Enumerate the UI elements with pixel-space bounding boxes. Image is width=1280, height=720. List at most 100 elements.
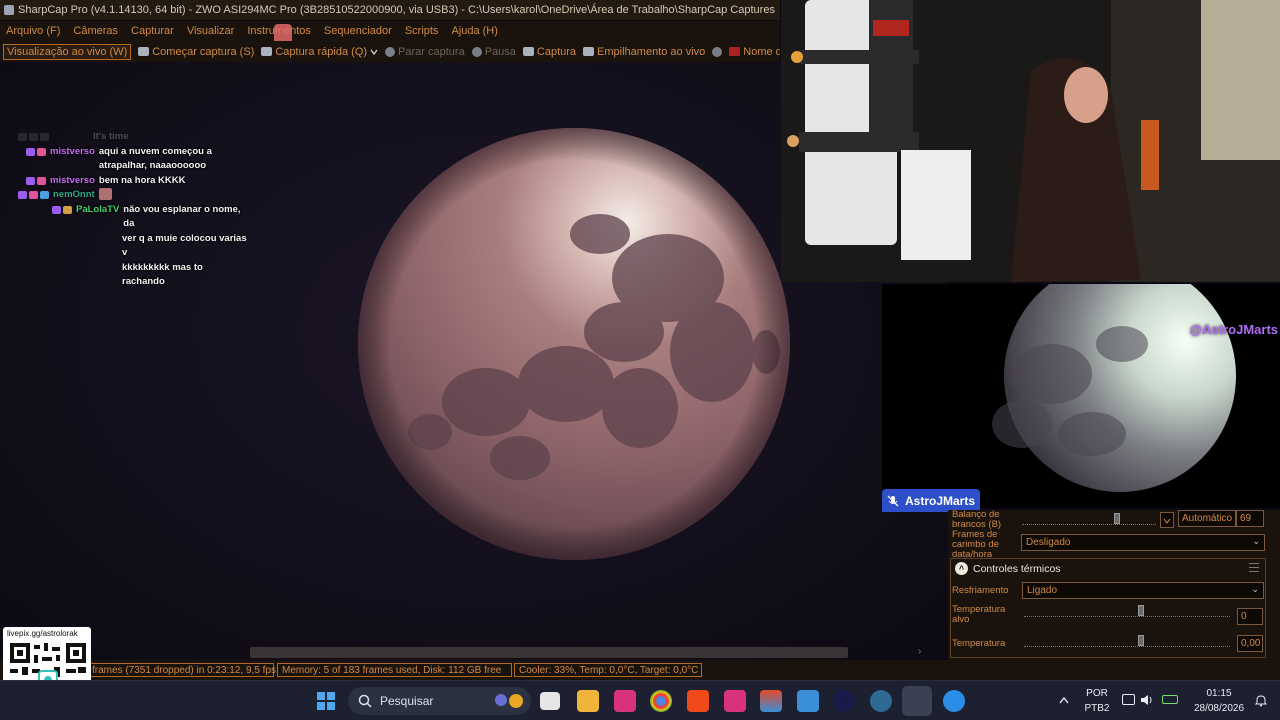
cooling-select[interactable]: Ligado ⌄ (1022, 582, 1264, 599)
cooling-value: Ligado (1027, 585, 1058, 596)
screen: SharpCap Pro (v4.1.14130, 64 bit) - ZWO … (0, 0, 1280, 720)
app-icon[interactable] (943, 690, 965, 712)
stream-chat-overlay: It's time mistverso aqui a nuvem começou… (18, 130, 248, 290)
chevron-up-icon[interactable] (1058, 695, 1070, 705)
menu-view[interactable]: Visualizar (187, 25, 235, 37)
live-stack-label: Empilhamento ao vivo (597, 45, 706, 58)
widget-icon (495, 694, 507, 706)
menu-scripts[interactable]: Scripts (405, 25, 439, 37)
menu-cameras[interactable]: Câmeras (73, 25, 118, 37)
target-temperature-slider[interactable] (1024, 605, 1230, 617)
quick-capture-button[interactable]: Captura rápida (Q) (261, 46, 378, 58)
file-explorer-icon[interactable] (577, 690, 599, 712)
chevron-down-icon (1163, 518, 1171, 524)
sub-badge-icon (18, 191, 27, 199)
live-stack-button[interactable]: Empilhamento ao vivo (583, 46, 705, 58)
snapshot-label: Captura (536, 45, 577, 58)
search-placeholder: Pesquisar (380, 694, 434, 708)
chat-text: ver q a muie colocou varias v (122, 232, 247, 259)
app-icon[interactable] (870, 690, 892, 712)
heart-badge-icon (37, 176, 46, 185)
target-temperature-input[interactable]: 0 (1237, 608, 1263, 625)
clock[interactable]: 01:15 28/08/2026 (1186, 686, 1252, 716)
chat-text: bem na hora KKKK (98, 174, 186, 186)
sharpcap-app-icon (4, 5, 14, 15)
app-icon[interactable] (724, 690, 746, 712)
muted-mic-icon (887, 495, 899, 506)
sub-badge-icon (52, 205, 61, 214)
timestamp-frames-label: Frames de carimbo de data/hora (952, 529, 999, 560)
stop-capture-label: Parar captura (398, 45, 465, 58)
channel-watermark: @AstroJMarts (1189, 322, 1278, 337)
mic-badge-icon (63, 205, 72, 214)
collapse-icon[interactable]: ^ (955, 562, 968, 575)
menu-sequencer[interactable]: Sequenciador (324, 25, 392, 37)
white-balance-slider[interactable] (1022, 513, 1156, 525)
taskbar-search-box[interactable]: Pesquisar (348, 687, 531, 715)
chevron-down-icon[interactable] (370, 48, 378, 56)
live-view-button[interactable]: Visualização ao vivo (W) (3, 43, 132, 60)
sub-badge-icon (26, 176, 35, 185)
timestamp-frames-value: Desligado (1026, 537, 1071, 548)
badge-icon (29, 133, 38, 141)
snapshot-button[interactable]: Captura (522, 45, 577, 58)
chat-message-continuation: ver q a muie colocou varias v (18, 232, 248, 261)
horizontal-scrollbar[interactable] (250, 647, 848, 658)
stellarium-icon[interactable] (833, 690, 855, 712)
windows-start-icon[interactable] (315, 690, 337, 712)
network-icon[interactable] (1122, 694, 1135, 705)
task-view-icon[interactable] (540, 692, 560, 710)
notification-bell-icon[interactable] (1254, 694, 1268, 707)
battery-icon[interactable] (1162, 695, 1178, 704)
settings-button[interactable] (712, 46, 723, 57)
cooler-status: Cooler: 33%, Temp: 0,0°C, Target: 0,0°C (514, 663, 702, 677)
stop-icon (385, 46, 396, 57)
scroll-right-icon[interactable]: › (918, 646, 921, 657)
pause-button[interactable]: Pausa (471, 45, 516, 58)
video-camera-icon (138, 47, 150, 56)
hamburger-menu-icon[interactable] (1249, 563, 1259, 572)
menu-file[interactable]: Arquivo (F) (6, 25, 60, 37)
photos-icon[interactable] (797, 690, 819, 712)
chevron-down-icon: ⌄ (1252, 536, 1260, 546)
timestamp-frames-select[interactable]: Desligado ⌄ (1021, 534, 1265, 551)
chat-message: PaLolaTV não vou esplanar o nome, da (18, 203, 248, 232)
emote-icon (98, 188, 112, 200)
thermal-controls-title: Controles térmicos (973, 562, 1061, 575)
sharpcap-taskbar-icon[interactable] (902, 686, 932, 716)
speaker-icon[interactable] (1140, 694, 1154, 706)
white-balance-spinner[interactable] (1160, 512, 1174, 528)
start-capture-button[interactable]: Começar captura (S) (138, 46, 254, 58)
chat-text: aqui a nuvem começou a atrapalhar, naaao… (98, 145, 212, 172)
memory-status: Memory: 5 of 183 frames used, Disk: 112 … (277, 663, 512, 677)
pause-icon (471, 46, 482, 57)
chat-text: kkkkkkkkk mas to rachando (122, 261, 203, 288)
temperature-label: Temperatura (952, 638, 1006, 649)
white-balance-value[interactable]: 69 (1236, 510, 1264, 527)
chat-message-continuation: kkkkkkkkk mas to rachando (18, 261, 248, 290)
target-name-button[interactable]: Nome de destino (729, 46, 780, 58)
menu-capture[interactable]: Capturar (131, 25, 174, 37)
target-name-label: Nome de destino (743, 45, 780, 58)
keyboard-layout: PTB2 (1084, 703, 1110, 714)
pause-label: Pausa (484, 45, 516, 58)
language-indicator[interactable]: POR PTB2 (1084, 686, 1110, 716)
thermal-controls-header[interactable]: ^ Controles térmicos (955, 562, 1061, 575)
webcam-feed (781, 0, 1280, 282)
temperature-readout: 0,00 (1237, 635, 1263, 652)
target-icon (729, 47, 741, 56)
stop-capture-button[interactable]: Parar captura (385, 46, 465, 58)
capture-toolbar: Visualização ao vivo (W) Começar captura… (0, 41, 780, 62)
white-balance-auto-toggle[interactable]: Automático (1178, 510, 1237, 527)
title-bar: SharpCap Pro (v4.1.14130, 64 bit) - ZWO … (0, 0, 780, 20)
chrome-icon[interactable] (650, 690, 672, 712)
thermal-controls-section: ^ Controles térmicos Resfriamento Ligado… (950, 558, 1266, 658)
brave-icon[interactable] (687, 690, 709, 712)
app-icon[interactable] (614, 690, 636, 712)
menu-help[interactable]: Ajuda (H) (451, 25, 497, 37)
chat-username: PaLolaTV (76, 203, 120, 215)
chat-username: mistverso (50, 145, 95, 157)
app-icon[interactable] (760, 690, 782, 712)
secondary-moon-feed: @AstroJMarts (882, 284, 1280, 508)
streamer-name: AstroJMarts (905, 493, 976, 508)
